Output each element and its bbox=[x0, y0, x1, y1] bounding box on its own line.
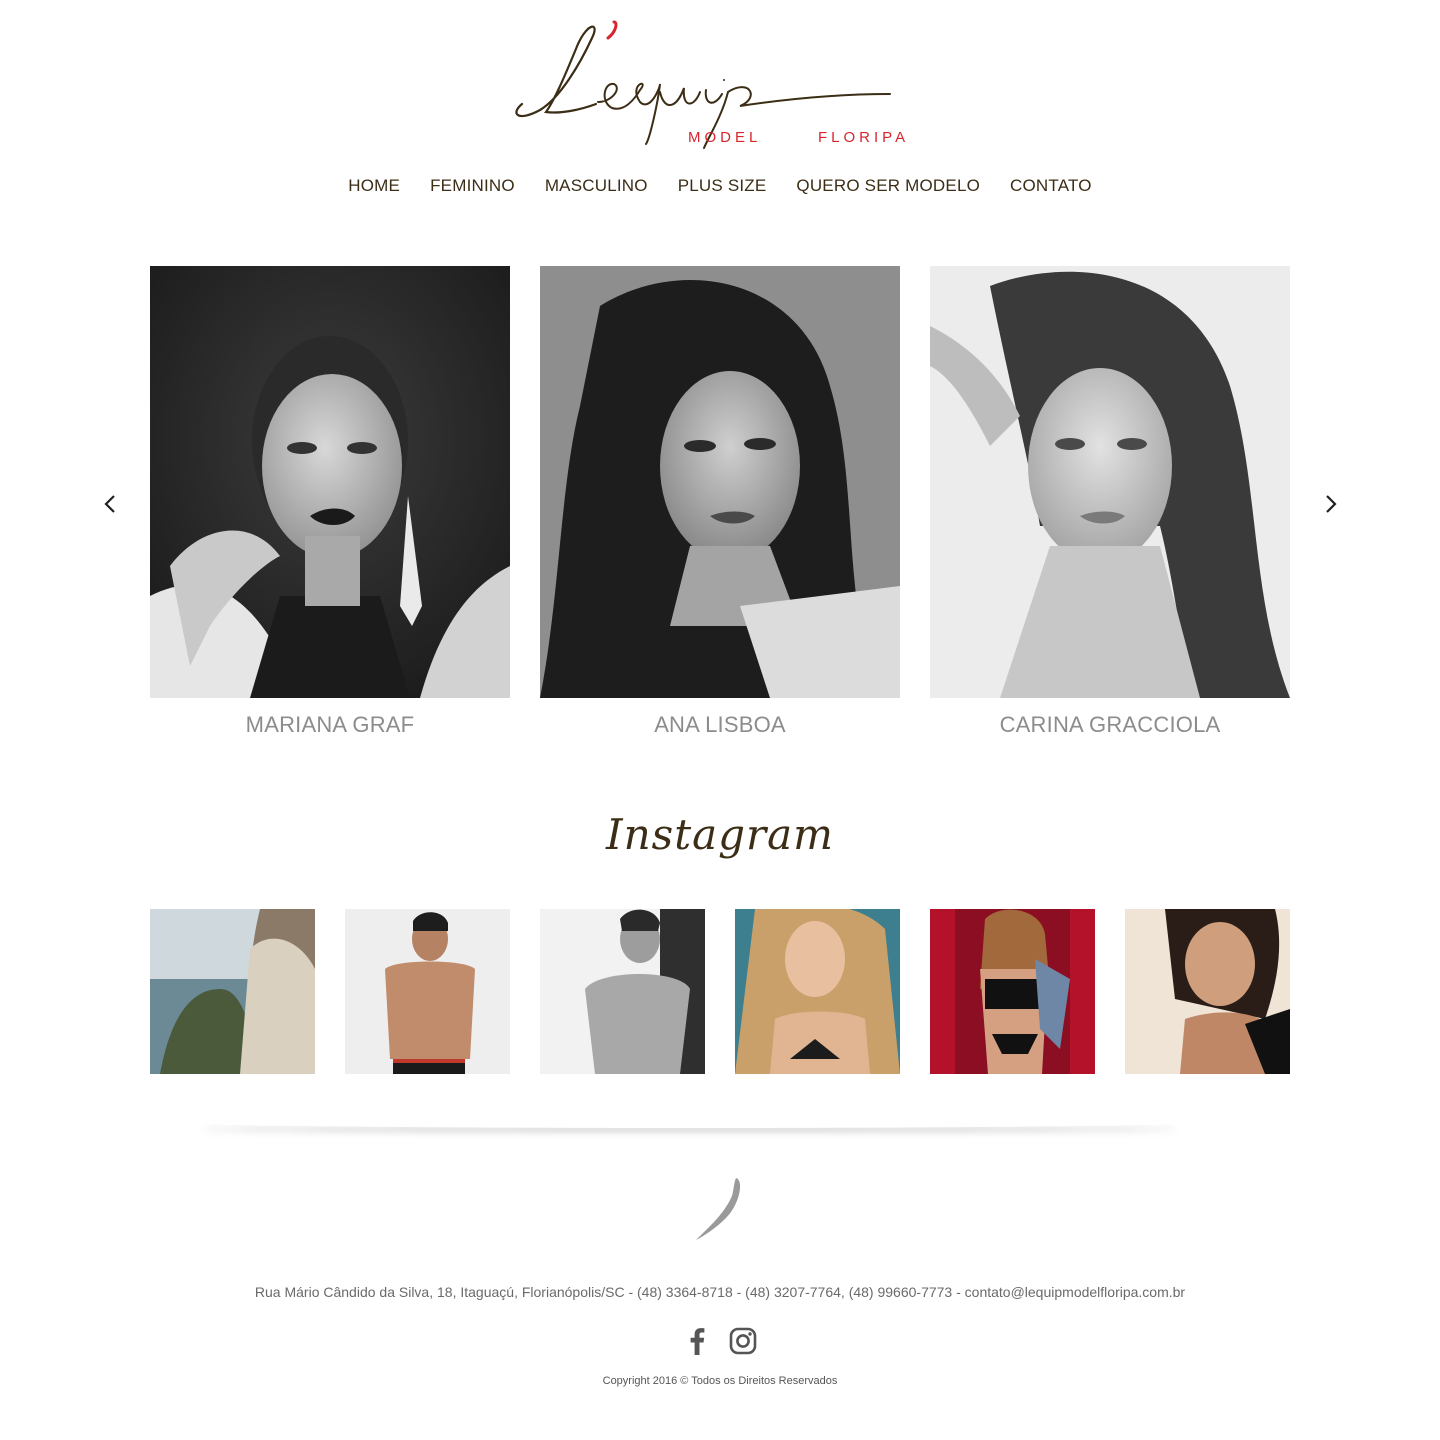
model-card[interactable]: CARINA GRACCIOLA bbox=[930, 266, 1290, 738]
model-photo[interactable] bbox=[540, 266, 900, 698]
social-links bbox=[0, 1326, 1440, 1356]
section-divider bbox=[200, 1118, 1180, 1128]
nav-item-plus-size[interactable]: PLUS SIZE bbox=[678, 174, 767, 198]
logo-word-floripa: FLORIPA bbox=[818, 129, 909, 146]
nav-item-contato[interactable]: CONTATO bbox=[1010, 174, 1092, 198]
photo-man-shirtless-bw-icon bbox=[540, 909, 705, 1074]
instagram-tile[interactable] bbox=[150, 909, 315, 1074]
nav-item-masculino[interactable]: MASCULINO bbox=[545, 174, 648, 198]
photo-man-shirtless-smiling-icon bbox=[345, 909, 510, 1074]
model-name[interactable]: ANA LISBOA bbox=[540, 712, 900, 738]
footer-address: Rua Mário Cândido da Silva, 18, Itaguaçú… bbox=[254, 1284, 1186, 1300]
instagram-tile[interactable] bbox=[1125, 909, 1290, 1074]
model-photo[interactable] bbox=[150, 266, 510, 698]
nav-item-quero-ser-modelo[interactable]: QUERO SER MODELO bbox=[796, 174, 980, 198]
logo-graphic: MODEL FLORIPA bbox=[515, 20, 909, 149]
model-card[interactable]: ANA LISBOA bbox=[540, 266, 900, 738]
model-card[interactable]: MARIANA GRAF bbox=[150, 266, 510, 738]
model-name[interactable]: CARINA GRACCIOLA bbox=[930, 712, 1290, 738]
copyright-text: Copyright 2016 © Todos os Direitos Reser… bbox=[602, 1375, 838, 1387]
instagram-tile[interactable] bbox=[540, 909, 705, 1074]
chevron-right-icon[interactable] bbox=[1320, 494, 1340, 514]
model-carousel: MARIANA GRAF ANA LISBOA CARINA GRACCIOLA bbox=[0, 266, 1440, 766]
main-nav: HOME FEMININO MASCULINO PLUS SIZE QUERO … bbox=[0, 174, 1440, 198]
logo-word-model: MODEL bbox=[688, 129, 761, 146]
instagram-tile[interactable] bbox=[930, 909, 1095, 1074]
site-logo[interactable]: MODEL FLORIPA bbox=[500, 18, 940, 152]
photo-woman-beach-icon bbox=[735, 909, 900, 1074]
photo-woman-sand-icon bbox=[1125, 909, 1290, 1074]
photo-woman-red-background-icon bbox=[930, 909, 1095, 1074]
photo-woman-coast-icon bbox=[150, 909, 315, 1074]
model-name[interactable]: MARIANA GRAF bbox=[150, 712, 510, 738]
facebook-icon[interactable] bbox=[683, 1326, 711, 1356]
nav-item-feminino[interactable]: FEMININO bbox=[430, 174, 515, 198]
nav-item-home[interactable]: HOME bbox=[348, 174, 400, 198]
instagram-tile[interactable] bbox=[345, 909, 510, 1074]
instagram-heading: Instagram bbox=[0, 810, 1440, 859]
instagram-icon[interactable] bbox=[729, 1326, 757, 1356]
instagram-title: Instagram bbox=[606, 810, 834, 859]
instagram-grid bbox=[150, 909, 1290, 1074]
footer-logo-mark-icon bbox=[690, 1174, 750, 1244]
model-photo[interactable] bbox=[930, 266, 1290, 698]
chevron-left-icon[interactable] bbox=[101, 494, 121, 514]
instagram-tile[interactable] bbox=[735, 909, 900, 1074]
